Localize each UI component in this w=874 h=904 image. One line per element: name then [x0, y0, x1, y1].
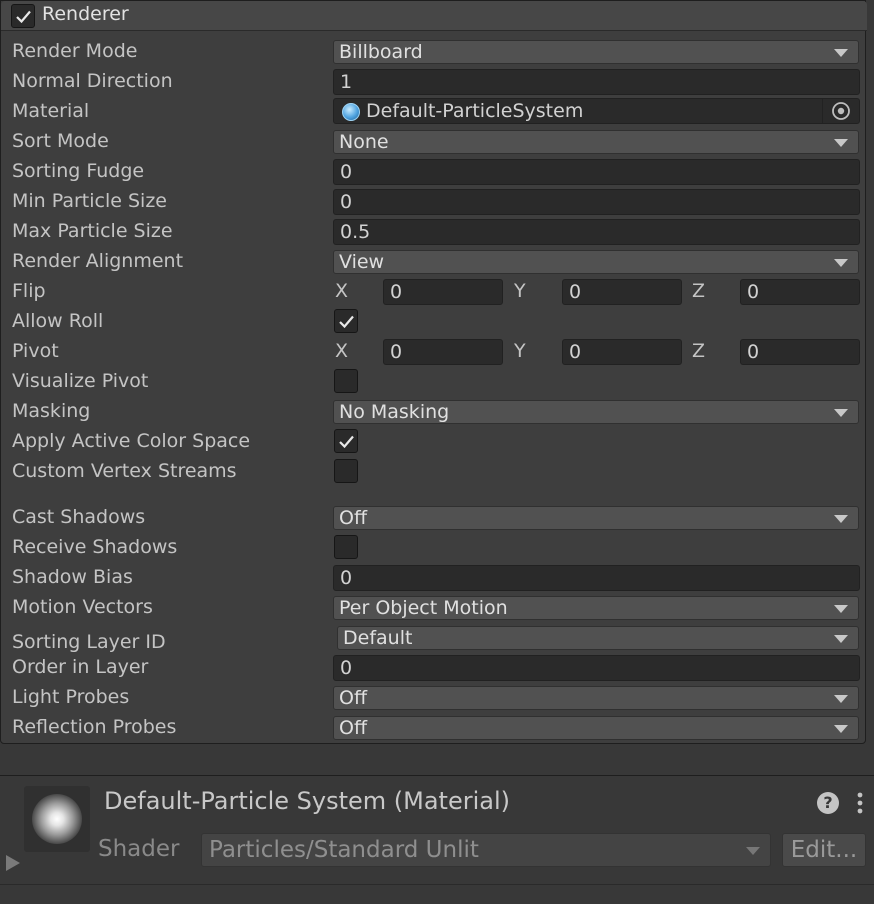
- pivot-y-field[interactable]: 0: [562, 339, 682, 365]
- cast-shadows-label: Cast Shadows: [12, 506, 146, 528]
- min-particle-size-label: Min Particle Size: [12, 190, 167, 212]
- pivot-x-axis-label: X: [335, 340, 349, 362]
- allow-roll-checkbox[interactable]: [334, 309, 358, 333]
- sort-mode-dropdown[interactable]: None: [333, 130, 859, 154]
- receive-shadows-label: Receive Shadows: [12, 536, 178, 558]
- pivot-x-field[interactable]: 0: [383, 339, 503, 365]
- motion-vectors-label: Motion Vectors: [12, 596, 153, 618]
- object-picker-icon[interactable]: [822, 99, 859, 123]
- chevron-down-icon: [834, 725, 848, 733]
- cast-shadows-dropdown[interactable]: Off: [333, 506, 859, 530]
- light-probes-label: Light Probes: [12, 686, 130, 708]
- material-preview: [24, 786, 90, 852]
- renderer-module-title: Renderer: [42, 3, 129, 25]
- normal-direction-field[interactable]: 1: [333, 69, 860, 95]
- allow-roll-label: Allow Roll: [12, 310, 104, 332]
- material-panel-title: Default-Particle System (Material): [104, 787, 511, 815]
- sorting-layer-id-value: Default: [343, 627, 413, 649]
- shader-dropdown[interactable]: Particles/Standard Unlit: [201, 833, 771, 867]
- chevron-down-icon: [746, 847, 760, 855]
- masking-value: No Masking: [339, 401, 450, 423]
- material-preview-sphere-icon: [32, 794, 82, 844]
- kebab-menu-icon[interactable]: [853, 791, 867, 817]
- render-alignment-label: Render Alignment: [12, 250, 184, 272]
- order-in-layer-field[interactable]: 0: [333, 655, 860, 681]
- reflection-probes-value: Off: [339, 717, 368, 739]
- receive-shadows-checkbox[interactable]: [334, 535, 358, 559]
- light-probes-value: Off: [339, 687, 368, 709]
- render-alignment-dropdown[interactable]: View: [333, 250, 859, 274]
- sorting-fudge-label: Sorting Fudge: [12, 160, 145, 182]
- help-icon[interactable]: ?: [817, 792, 839, 814]
- order-in-layer-label: Order in Layer: [12, 656, 149, 678]
- pivot-z-axis-label: Z: [692, 340, 706, 362]
- chevron-down-icon: [834, 49, 848, 57]
- renderer-enabled-checkbox[interactable]: [11, 4, 35, 28]
- flip-x-field[interactable]: 0: [383, 279, 503, 305]
- sorting-fudge-field[interactable]: 0: [333, 159, 860, 185]
- custom-vertex-streams-checkbox[interactable]: [334, 459, 358, 483]
- render-mode-value: Billboard: [339, 41, 423, 63]
- sorting-layer-id-dropdown[interactable]: Default: [337, 626, 859, 650]
- sort-mode-value: None: [339, 131, 389, 153]
- visualize-pivot-label: Visualize Pivot: [12, 370, 149, 392]
- material-object-field[interactable]: Default-ParticleSystem: [333, 98, 860, 124]
- max-particle-size-field[interactable]: 0.5: [333, 219, 860, 245]
- shader-label: Shader: [98, 836, 180, 862]
- flip-z-axis-label: Z: [692, 280, 706, 302]
- max-particle-size-label: Max Particle Size: [12, 220, 173, 242]
- chevron-down-icon: [834, 635, 848, 643]
- material-value: Default-ParticleSystem: [366, 100, 584, 122]
- render-alignment-value: View: [339, 251, 385, 273]
- check-icon: [339, 435, 354, 449]
- render-mode-label: Render Mode: [12, 40, 138, 62]
- check-icon: [16, 10, 31, 24]
- normal-direction-label: Normal Direction: [12, 70, 173, 92]
- apply-active-color-space-checkbox[interactable]: [334, 429, 358, 453]
- chevron-down-icon: [834, 409, 848, 417]
- visualize-pivot-checkbox[interactable]: [334, 369, 358, 393]
- flip-label: Flip: [12, 280, 46, 302]
- sorting-layer-id-label: Sorting Layer ID: [12, 631, 166, 653]
- flip-z-field[interactable]: 0: [740, 279, 860, 305]
- custom-vertex-streams-label: Custom Vertex Streams: [12, 460, 237, 482]
- flip-y-field[interactable]: 0: [562, 279, 682, 305]
- apply-active-color-space-label: Apply Active Color Space: [12, 430, 251, 452]
- sort-mode-label: Sort Mode: [12, 130, 109, 152]
- material-panel-bottom-divider: [0, 884, 874, 885]
- render-mode-dropdown[interactable]: Billboard: [333, 40, 859, 64]
- reflection-probes-label: Reflection Probes: [12, 716, 177, 738]
- light-probes-dropdown[interactable]: Off: [333, 686, 859, 710]
- chevron-down-icon: [834, 605, 848, 613]
- check-icon: [339, 315, 354, 329]
- pivot-z-field[interactable]: 0: [740, 339, 860, 365]
- cast-shadows-value: Off: [339, 507, 368, 529]
- chevron-down-icon: [834, 695, 848, 703]
- pivot-y-axis-label: Y: [514, 340, 526, 362]
- min-particle-size-field[interactable]: 0: [333, 189, 860, 215]
- pivot-label: Pivot: [12, 340, 59, 362]
- shader-value: Particles/Standard Unlit: [209, 837, 479, 863]
- reflection-probes-dropdown[interactable]: Off: [333, 716, 859, 740]
- masking-dropdown[interactable]: No Masking: [333, 400, 859, 424]
- flip-y-axis-label: Y: [514, 280, 526, 302]
- shadow-bias-field[interactable]: 0: [333, 565, 860, 591]
- material-sphere-icon: [342, 103, 360, 121]
- masking-label: Masking: [12, 400, 91, 422]
- foldout-arrow-icon[interactable]: [6, 855, 20, 871]
- renderer-module-header[interactable]: Renderer: [1, 1, 867, 31]
- edit-shader-button[interactable]: Edit...: [782, 833, 866, 867]
- flip-x-axis-label: X: [335, 280, 349, 302]
- chevron-down-icon: [834, 139, 848, 147]
- motion-vectors-value: Per Object Motion: [339, 597, 508, 619]
- material-panel-divider: [0, 775, 874, 776]
- chevron-down-icon: [834, 259, 848, 267]
- shadow-bias-label: Shadow Bias: [12, 566, 133, 588]
- motion-vectors-dropdown[interactable]: Per Object Motion: [333, 596, 859, 620]
- chevron-down-icon: [834, 515, 848, 523]
- material-label: Material: [12, 100, 90, 122]
